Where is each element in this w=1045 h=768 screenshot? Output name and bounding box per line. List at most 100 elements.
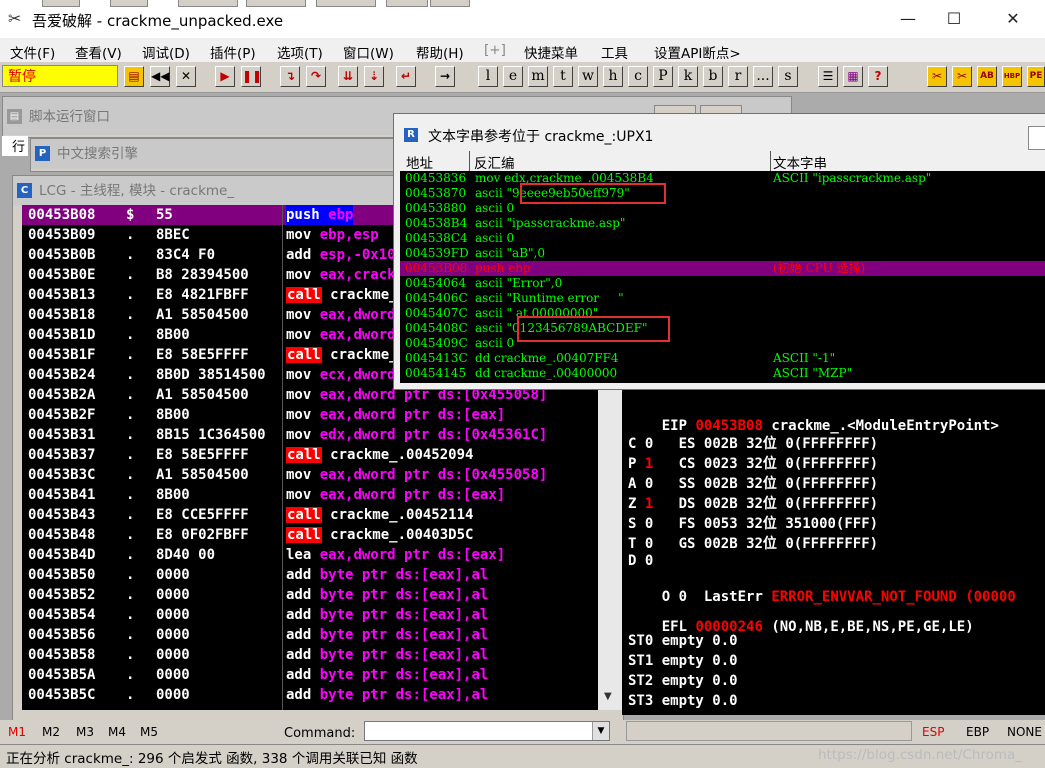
menu-plugins[interactable]: 插件(P) (210, 42, 256, 62)
plugin-hbp-icon[interactable]: HBP (1002, 66, 1022, 87)
string-row[interactable]: 004539FD ascii "aB",0 (400, 246, 1045, 261)
scroll-down-icon[interactable]: ▼ (604, 691, 612, 702)
marker-m5[interactable]: M5 (140, 725, 158, 739)
string-row[interactable]: 00454064 ascii "Error",0 (400, 276, 1045, 291)
plugin-1-icon[interactable]: ✂ (927, 66, 947, 87)
help-icon[interactable]: ? (868, 66, 888, 87)
goto-icon[interactable]: → (435, 66, 455, 87)
open-icon[interactable]: ▤ (124, 66, 144, 87)
string-window-close-button[interactable] (1028, 126, 1045, 150)
eip-value[interactable]: 00453B08 (695, 418, 762, 434)
menu-help[interactable]: 帮助(H) (416, 42, 464, 62)
col-text-string[interactable]: 文本字串 (773, 152, 827, 172)
string-row[interactable]: 0045407C ascii " at 00000000" (400, 306, 1045, 321)
toolbar-letter-b[interactable]: b (703, 66, 723, 87)
step-over-icon[interactable]: ↷ (306, 66, 326, 87)
marker-m2[interactable]: M2 (42, 725, 60, 739)
segment-register-line[interactable]: S 0 FS 0053 32位 351000(FFF) (628, 513, 878, 533)
toolbar-letter-r[interactable]: r (728, 66, 748, 87)
d-flag[interactable]: D 0 (628, 553, 653, 569)
menu-window[interactable]: 窗口(W) (343, 42, 394, 62)
toolbar-letter-t[interactable]: t (553, 66, 573, 87)
disasm-row[interactable]: 00453B50. 0000 add byte ptr ds:[eax],al (22, 565, 598, 585)
menu-tools[interactable]: 工具 (601, 42, 628, 62)
animate-into-icon[interactable]: ⇊ (338, 66, 358, 87)
menu-debug[interactable]: 调试(D) (142, 42, 190, 62)
menu-api-breakpoint[interactable]: 设置API断点> (654, 42, 741, 62)
string-row[interactable]: 004538B4 ascii "ipasscrackme.asp" (400, 216, 1045, 231)
string-table-body[interactable]: 00453836 mov edx,crackme_.004538B4 ASCII "… (400, 171, 1045, 383)
toolbar-letter-w[interactable]: w (578, 66, 598, 87)
menu-plus[interactable]: [+] (484, 42, 506, 58)
disasm-row[interactable]: 00453B2F. 8B00 mov eax,dword ptr ds:[eax] (22, 405, 598, 425)
segment-register-line[interactable]: A 0 SS 002B 32位 0(FFFFFFFF) (628, 473, 878, 493)
st1-register[interactable]: ST1 empty 0.0 (628, 653, 738, 669)
rewind-icon[interactable]: ◀◀ (150, 66, 170, 87)
maximize-button[interactable]: ☐ (931, 0, 977, 38)
disasm-row[interactable]: 00453B5A. 0000 add byte ptr ds:[eax],al (22, 665, 598, 685)
col-disassembly[interactable]: 反汇编 (474, 152, 515, 172)
disasm-row[interactable]: 00453B58. 0000 add byte ptr ds:[eax],al (22, 645, 598, 665)
close-program-icon[interactable]: ✕ (176, 66, 196, 87)
menu-file[interactable]: 文件(F) (10, 42, 55, 62)
disasm-row[interactable]: 00453B31. 8B15 1C364500 mov edx,dword ptr … (22, 425, 598, 445)
plugin-pe-icon[interactable]: PE (1027, 66, 1045, 87)
segment-register-line[interactable]: T 0 GS 002B 32位 0(FFFFFFFF) (628, 533, 878, 553)
disasm-row[interactable]: 00453B54. 0000 add byte ptr ds:[eax],al (22, 605, 598, 625)
disasm-row[interactable]: 00453B41. 8B00 mov eax,dword ptr ds:[eax] (22, 485, 598, 505)
menu-view[interactable]: 查看(V) (75, 42, 122, 62)
disasm-row[interactable]: 00453B5C. 0000 add byte ptr ds:[eax],al (22, 685, 598, 705)
marker-m1[interactable]: M1 (8, 725, 26, 739)
string-row[interactable]: 00453B08 push ebp (初始 CPU 选择) (400, 261, 1045, 276)
animate-over-icon[interactable]: ⇣ (364, 66, 384, 87)
disasm-row[interactable]: 00453B43. E8 CCE5FFFF call crackme_.004521… (22, 505, 598, 525)
string-row[interactable]: 0045413C dd crackme_.00407FF4 ASCII "-1" (400, 351, 1045, 366)
marker-m3[interactable]: M3 (76, 725, 94, 739)
disasm-row[interactable]: 00453B56. 0000 add byte ptr ds:[eax],al (22, 625, 598, 645)
string-row[interactable]: 0045406C ascii "Runtime error " (400, 291, 1045, 306)
st0-register[interactable]: ST0 empty 0.0 (628, 633, 738, 649)
string-row[interactable]: 00454145 dd crackme_.00400000 ASCII "MZP" (400, 366, 1045, 381)
plugin-ab-icon[interactable]: AB (977, 66, 997, 87)
toolbar-letter-dots[interactable]: ... (753, 66, 773, 87)
segment-register-line[interactable]: P 1 CS 0023 32位 0(FFFFFFFF) (628, 453, 878, 473)
st3-register[interactable]: ST3 empty 0.0 (628, 693, 738, 709)
toolbar-letter-p[interactable]: P (653, 66, 673, 87)
segment-register-line[interactable]: Z 1 DS 002B 32位 0(FFFFFFFF) (628, 493, 878, 513)
plugin-2-icon[interactable]: ✂ (952, 66, 972, 87)
run-icon[interactable]: ▶ (215, 66, 235, 87)
string-row[interactable]: 0045408C ascii "0123456789ABCDEF" (400, 321, 1045, 336)
command-dropdown-icon[interactable]: ▼ (592, 722, 609, 740)
reg-tab-none[interactable]: NONE (1007, 725, 1042, 739)
string-row[interactable]: 00453836 mov edx,crackme_.004538B4 ASCII "… (400, 171, 1045, 186)
close-button[interactable]: ✕ (990, 0, 1036, 38)
menu-options[interactable]: 选项(T) (277, 42, 323, 62)
st2-register[interactable]: ST2 empty 0.0 (628, 673, 738, 689)
disasm-row[interactable]: 00453B37. E8 58E5FFFF call crackme_.004520… (22, 445, 598, 465)
disasm-row[interactable]: 00453B48. E8 0F02FBFF call crackme_.00403D… (22, 525, 598, 545)
disasm-row[interactable]: 00453B4D. 8D40 00 lea eax,dword ptr ds:[ea… (22, 545, 598, 565)
col-address[interactable]: 地址 (406, 152, 433, 172)
segment-register-line[interactable]: C 0 ES 002B 32位 0(FFFFFFFF) (628, 433, 878, 453)
pause-icon[interactable]: ❚❚ (241, 66, 262, 87)
string-row[interactable]: 0045409C ascii 0 (400, 336, 1045, 351)
command-input[interactable]: ▼ (364, 721, 610, 741)
toolbar-letter-s[interactable]: s (778, 66, 798, 87)
list-icon[interactable]: ☰ (818, 66, 838, 87)
toolbar-letter-k[interactable]: k (678, 66, 698, 87)
execute-till-return-icon[interactable]: ↵ (396, 66, 416, 87)
grid-icon[interactable]: ▦ (843, 66, 863, 87)
string-row[interactable]: 00453870 ascii "9eeee9eb50eff979" (400, 186, 1045, 201)
disasm-row[interactable]: 00453B52. 0000 add byte ptr ds:[eax],al (22, 585, 598, 605)
marker-m4[interactable]: M4 (108, 725, 126, 739)
string-row[interactable]: 00453880 ascii 0 (400, 201, 1045, 216)
step-into-icon[interactable]: ↴ (280, 66, 300, 87)
chinese-search-window[interactable]: P 中文搜索引擎 (30, 138, 402, 172)
reg-tab-esp[interactable]: ESP (922, 725, 944, 739)
registers-pane[interactable]: EIP 00453B08 crackme_.<ModuleEntryPoint>… (622, 385, 1045, 715)
minimize-button[interactable]: — (885, 0, 931, 38)
disasm-row[interactable]: 00453B3C. A1 58504500 mov eax,dword ptr ds… (22, 465, 598, 485)
string-row[interactable]: 004538C4 ascii 0 (400, 231, 1045, 246)
toolbar-letter-e[interactable]: e (503, 66, 523, 87)
menu-shortcuts[interactable]: 快捷菜单 (524, 42, 578, 62)
